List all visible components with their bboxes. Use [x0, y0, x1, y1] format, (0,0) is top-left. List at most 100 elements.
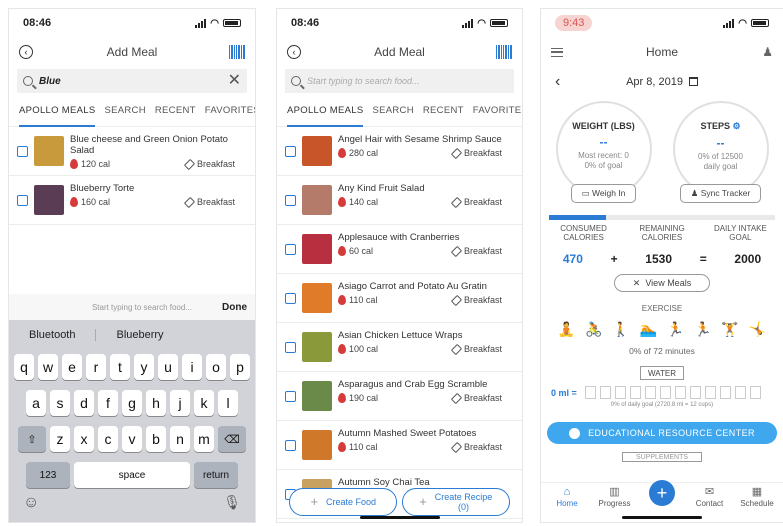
- clear-icon[interactable]: ✕: [228, 73, 241, 89]
- list-item[interactable]: Blueberry Torte 160 cal Breakfast: [9, 176, 255, 225]
- meal-type[interactable]: Breakfast: [464, 295, 502, 305]
- checkbox[interactable]: [285, 244, 296, 255]
- backspace-icon[interactable]: ⌫: [218, 426, 246, 452]
- key[interactable]: d: [74, 390, 94, 416]
- key[interactable]: o: [206, 354, 226, 380]
- cup-icon[interactable]: [629, 386, 641, 399]
- checkbox[interactable]: [285, 391, 296, 402]
- list-item[interactable]: Asian Chicken Lettuce Wraps 100 cal Breakf…: [277, 323, 522, 372]
- create-food-button[interactable]: + Create Food: [289, 488, 398, 516]
- tab-search[interactable]: SEARCH: [104, 105, 145, 126]
- checkbox[interactable]: [17, 146, 28, 157]
- key[interactable]: c: [98, 426, 118, 452]
- suggestion[interactable]: Blueberry: [96, 329, 183, 341]
- checkbox[interactable]: [285, 146, 296, 157]
- key[interactable]: n: [170, 426, 190, 452]
- back-icon[interactable]: ‹: [19, 45, 33, 59]
- water-button[interactable]: WATER: [640, 366, 684, 380]
- yoga-icon[interactable]: 🧘: [558, 321, 575, 338]
- key[interactable]: s: [50, 390, 70, 416]
- stretching-icon[interactable]: 🤸: [749, 321, 766, 338]
- walking-icon[interactable]: 🚶: [612, 321, 629, 338]
- key[interactable]: z: [50, 426, 70, 452]
- list-item[interactable]: Blue cheese and Green Onion Potato Salad…: [9, 127, 255, 176]
- checkbox[interactable]: [285, 293, 296, 304]
- numbers-key[interactable]: 123: [26, 462, 70, 488]
- search-input[interactable]: Start typing to search food...: [285, 69, 514, 93]
- key[interactable]: v: [122, 426, 142, 452]
- tab-favorites[interactable]: FAVORITES: [205, 105, 255, 126]
- key[interactable]: b: [146, 426, 166, 452]
- microphone-icon[interactable]: 🎙: [223, 494, 241, 512]
- date-label[interactable]: Apr 8, 2019: [626, 76, 683, 88]
- swimming-icon[interactable]: 🏊: [640, 321, 657, 338]
- key[interactable]: h: [146, 390, 166, 416]
- barcode-scan-icon[interactable]: [229, 45, 245, 59]
- key[interactable]: l: [218, 390, 238, 416]
- list-item[interactable]: Applesauce with Cranberries 60 cal Breakfa…: [277, 225, 522, 274]
- cup-icon[interactable]: [644, 386, 656, 399]
- weightlifting-icon[interactable]: 🏋: [721, 321, 738, 338]
- key[interactable]: q: [14, 354, 34, 380]
- list-item[interactable]: Angel Hair with Sesame Shrimp Sauce 280 c…: [277, 127, 522, 176]
- key[interactable]: w: [38, 354, 58, 380]
- list-item[interactable]: Autumn Mashed Sweet Potatoes 110 cal Break…: [277, 421, 522, 470]
- key[interactable]: k: [194, 390, 214, 416]
- nav-progress[interactable]: ▥ Progress: [595, 483, 635, 512]
- suggestion[interactable]: Bluetooth: [9, 329, 97, 341]
- cup-icon[interactable]: [749, 386, 761, 399]
- done-button[interactable]: Done: [222, 302, 247, 313]
- gear-icon[interactable]: ⚙: [732, 121, 740, 131]
- key[interactable]: x: [74, 426, 94, 452]
- person-icon[interactable]: ♟: [762, 45, 773, 59]
- meal-type[interactable]: Breakfast: [464, 246, 502, 256]
- cup-icon[interactable]: [704, 386, 716, 399]
- key[interactable]: f: [98, 390, 118, 416]
- tab-favorites[interactable]: FAVORITES: [473, 105, 522, 126]
- meal-type[interactable]: Breakfast: [197, 197, 235, 207]
- search-value[interactable]: Blue: [39, 76, 222, 87]
- key[interactable]: m: [194, 426, 214, 452]
- key[interactable]: t: [110, 354, 130, 380]
- cup-icon[interactable]: [614, 386, 626, 399]
- key[interactable]: p: [230, 354, 250, 380]
- cup-icon[interactable]: [599, 386, 611, 399]
- list-item[interactable]: Asiago Carrot and Potato Au Gratin 110 ca…: [277, 274, 522, 323]
- tab-apollo-meals[interactable]: APOLLO MEALS: [19, 105, 96, 127]
- checkbox[interactable]: [285, 342, 296, 353]
- checkbox[interactable]: [285, 195, 296, 206]
- key[interactable]: y: [134, 354, 154, 380]
- checkbox[interactable]: [17, 195, 28, 206]
- cup-icon[interactable]: [689, 386, 701, 399]
- key[interactable]: a: [26, 390, 46, 416]
- cup-icon[interactable]: [719, 386, 731, 399]
- return-key[interactable]: return: [194, 462, 238, 488]
- key[interactable]: r: [86, 354, 106, 380]
- cycling-icon[interactable]: 🚴: [585, 321, 602, 338]
- key[interactable]: u: [158, 354, 178, 380]
- tab-recent[interactable]: RECENT: [155, 105, 196, 126]
- tab-recent[interactable]: RECENT: [423, 105, 464, 126]
- nav-contact[interactable]: ✉ Contact: [690, 483, 730, 512]
- sprinting-icon[interactable]: 🏃: [694, 321, 711, 338]
- sync-tracker-button[interactable]: ♟ Sync Tracker: [679, 184, 762, 203]
- calendar-icon[interactable]: [688, 77, 698, 86]
- nav-schedule[interactable]: ▦ Schedule: [737, 483, 777, 512]
- list-item[interactable]: Any Kind Fruit Salad 140 cal Breakfast: [277, 176, 522, 225]
- cup-icon[interactable]: [734, 386, 746, 399]
- list-item[interactable]: Asparagus and Crab Egg Scramble 190 cal Br…: [277, 372, 522, 421]
- view-meals-button[interactable]: ✕ View Meals: [614, 274, 710, 292]
- weigh-in-button[interactable]: ▭ Weigh In: [570, 184, 637, 203]
- create-recipe-button[interactable]: + Create Recipe (0): [401, 488, 510, 516]
- running-icon[interactable]: 🏃: [667, 321, 684, 338]
- meal-type[interactable]: Breakfast: [464, 197, 502, 207]
- search-input[interactable]: Blue ✕: [17, 69, 247, 93]
- emoji-icon[interactable]: ☺: [23, 494, 39, 512]
- meal-type[interactable]: Breakfast: [197, 159, 235, 169]
- tab-apollo-meals[interactable]: APOLLO MEALS: [287, 105, 364, 127]
- cup-icon[interactable]: [674, 386, 686, 399]
- tab-search[interactable]: SEARCH: [372, 105, 413, 126]
- meal-type[interactable]: Breakfast: [464, 442, 502, 452]
- meal-type[interactable]: Breakfast: [464, 393, 502, 403]
- checkbox[interactable]: [285, 440, 296, 451]
